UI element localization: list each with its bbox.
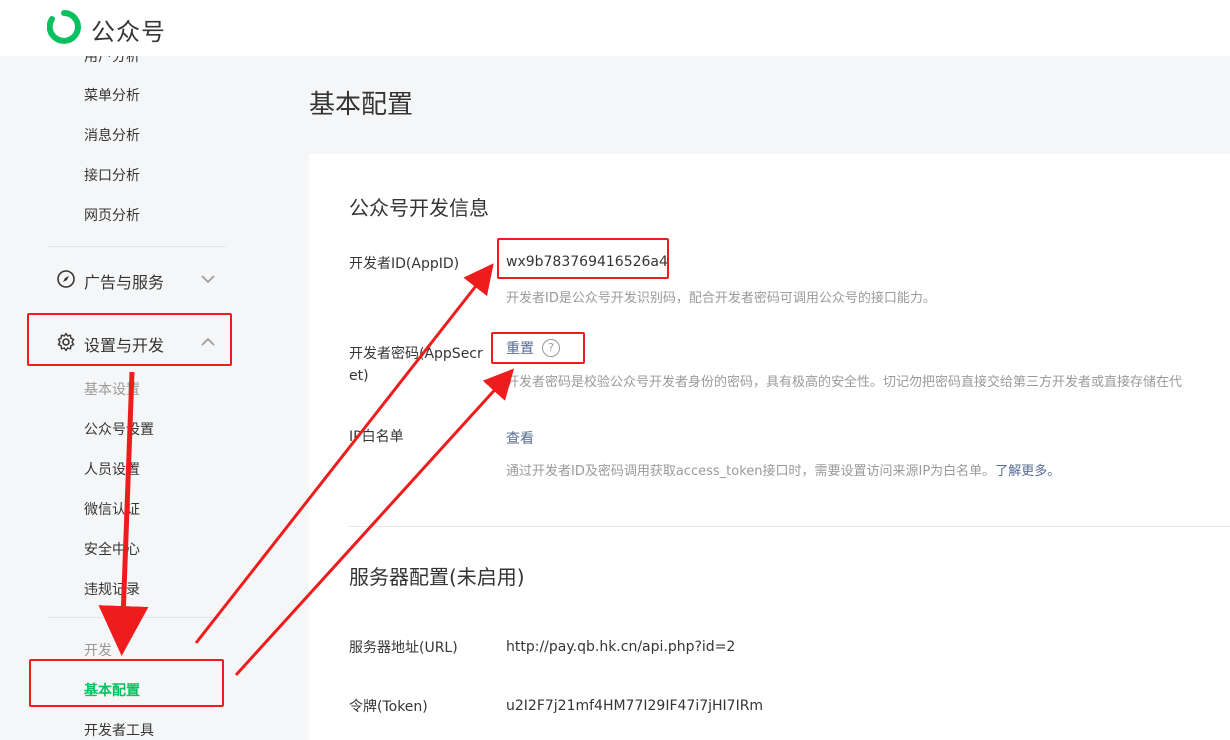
sidebar-group-ads-services[interactable]: 广告与服务 [84,269,164,293]
appid-label: 开发者ID(AppID) [349,256,460,272]
sidebar-item-web-analysis[interactable]: 网页分析 [84,205,140,225]
compass-icon [57,270,75,288]
sidebar-item-violation-records[interactable]: 违规记录 [84,579,140,599]
server-url-value: http://pay.qb.hk.cn/api.php?id=2 [506,639,736,655]
view-ip-whitelist-button[interactable]: 查看 [506,431,534,447]
sidebar-item-security-center[interactable]: 安全中心 [84,539,140,559]
sidebar-section-dev: 开发 [84,643,112,659]
sidebar-divider [48,617,226,618]
sidebar-item-message-analysis[interactable]: 消息分析 [84,125,140,145]
sidebar-divider [48,246,226,247]
chevron-down-icon[interactable] [200,271,216,287]
ip-whitelist-hint: 通过开发者ID及密码调用获取access_token接口时，需要设置访问来源IP… [506,460,1060,479]
appid-hint: 开发者ID是公众号开发识别码，配合开发者密码可调用公众号的接口能力。 [506,291,936,306]
config-panel: 公众号开发信息 开发者ID(AppID) wx9b783769416526a4 … [309,154,1230,740]
ip-whitelist-label: IP白名单 [349,429,404,445]
highlight-box-settings-dev [27,313,232,366]
wechat-official-account-logo-icon[interactable] [47,10,81,44]
ip-whitelist-hint-text: 通过开发者ID及密码调用获取access_token接口时，需要设置访问来源IP… [506,464,996,479]
appsecret-hint: 开发者密码是校验公众号开发者身份的密码，具有极高的安全性。切记勿把密码直接交给第… [506,375,1183,390]
highlight-box-basic-config [29,659,224,707]
top-bar: 公众号 [0,0,1230,56]
token-value: u2I2F7j21mf4HM77I29IF47i7jHI7IRm [506,698,764,714]
dev-info-title: 公众号开发信息 [349,196,489,220]
brand-name[interactable]: 公众号 [91,12,166,47]
section-divider [349,526,1230,527]
sidebar-item-api-analysis[interactable]: 接口分析 [84,165,140,185]
sidebar: 用户分析 菜单分析 消息分析 接口分析 网页分析 广告与服务 设置与开发 基本设… [0,56,270,740]
sidebar-item-user-analysis[interactable]: 用户分析 [84,56,140,66]
highlight-box-appid [497,238,669,279]
sidebar-item-staff-settings[interactable]: 人员设置 [84,459,140,479]
sidebar-item-account-settings[interactable]: 公众号设置 [84,419,154,439]
page-title: 基本配置 [309,90,414,120]
token-label: 令牌(Token) [349,699,428,715]
highlight-box-reset [491,332,585,364]
server-config-title: 服务器配置(未启用) [349,565,525,589]
server-url-label: 服务器地址(URL) [349,640,458,656]
sidebar-item-menu-analysis[interactable]: 菜单分析 [84,85,140,105]
sidebar-item-dev-tools[interactable]: 开发者工具 [84,720,154,740]
appsecret-label: 开发者密码(AppSecret) [349,346,483,384]
sidebar-item-wechat-verification[interactable]: 微信认证 [84,499,140,519]
learn-more-link[interactable]: 了解更多。 [995,464,1060,479]
sidebar-section-basic-settings: 基本设置 [84,382,140,398]
